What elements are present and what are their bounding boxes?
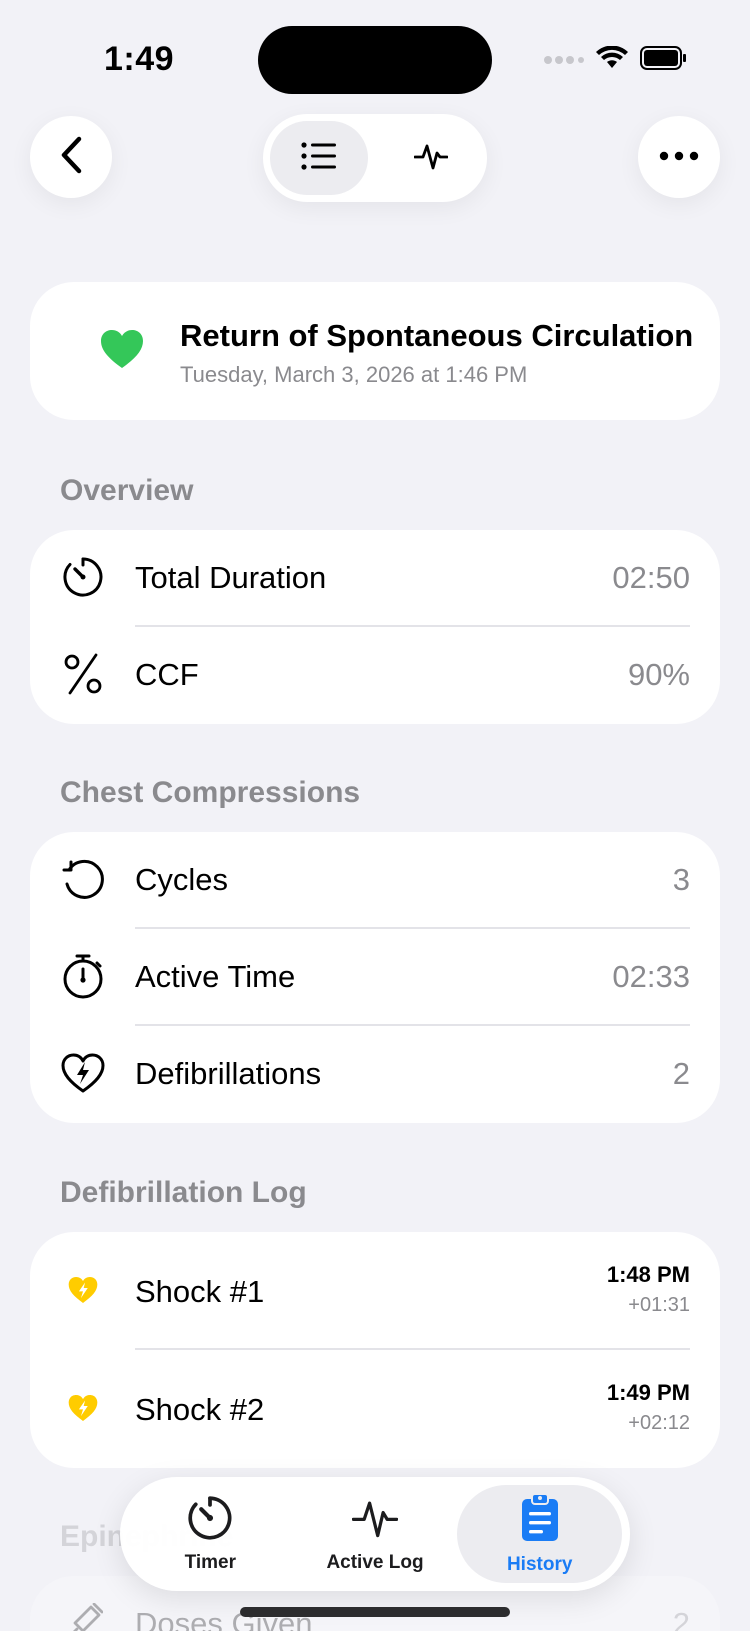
- row-label: Cycles: [135, 862, 229, 897]
- tab-history[interactable]: History: [457, 1485, 623, 1583]
- overview-header: Overview: [60, 474, 194, 507]
- list-item: Defibrillations 2: [30, 1026, 720, 1123]
- status-time: 1:49: [104, 40, 175, 78]
- heart-icon: [100, 329, 144, 374]
- row-value: 3: [672, 862, 690, 897]
- row-label: CCF: [135, 657, 199, 692]
- ellipsis-icon: [659, 148, 699, 166]
- more-options-button[interactable]: [638, 116, 720, 198]
- shock-elapsed: +02:12: [628, 1412, 690, 1434]
- list-item: Active Time 02:33: [30, 929, 720, 1026]
- defib-log-card: Shock #1 1:48 PM +01:31 Shock #2 1:49 PM…: [30, 1232, 720, 1468]
- shock-clock-time: 1:49 PM: [606, 1380, 690, 1405]
- compressions-card: Cycles 3 Active Time 02:33 Defibrillatio…: [30, 832, 720, 1123]
- tab-label: Timer: [184, 1551, 237, 1573]
- view-segmented-control: [263, 114, 487, 202]
- row-value: 90%: [627, 657, 690, 692]
- tab-bar: Timer Active Log History: [120, 1477, 630, 1591]
- waveform-icon: [413, 140, 449, 177]
- row-label: Defibrillations: [135, 1056, 322, 1091]
- cycle-arrow-icon: [58, 854, 108, 904]
- heart-bolt-icon: [58, 1383, 108, 1433]
- tab-label: Active Log: [326, 1551, 424, 1573]
- list-view-toggle[interactable]: [270, 121, 368, 195]
- compressions-header: Chest Compressions: [60, 776, 361, 809]
- stopwatch-icon: [58, 951, 108, 1001]
- shock-label: Shock #2: [135, 1392, 265, 1427]
- wifi-icon: [596, 45, 628, 75]
- status-bar: 1:49: [0, 0, 750, 110]
- shock-timestamp: 1:48 PM +01:31: [607, 1262, 690, 1317]
- shock-clock-time: 1:48 PM: [606, 1262, 690, 1287]
- row-value: 2: [672, 1606, 690, 1631]
- overview-card: Total Duration 02:50 CCF 90%: [30, 530, 720, 724]
- status-icons: [544, 45, 686, 75]
- outcome-title: Return of Spontaneous Circulation: [180, 318, 694, 353]
- list-item[interactable]: Shock #2 1:49 PM +02:12: [30, 1350, 720, 1468]
- shock-timestamp: 1:49 PM +02:12: [607, 1380, 690, 1435]
- percent-icon: [58, 649, 108, 699]
- list-item: CCF 90%: [30, 627, 720, 724]
- chart-view-toggle[interactable]: [382, 121, 480, 195]
- timer-icon: [187, 1495, 233, 1546]
- heart-bolt-icon: [58, 1048, 108, 1098]
- list-item[interactable]: Shock #1 1:48 PM +01:31: [30, 1232, 720, 1350]
- tab-label: History: [506, 1553, 573, 1575]
- row-value: 02:50: [612, 560, 690, 595]
- clipboard-icon: [520, 1492, 560, 1548]
- heart-bolt-icon: [58, 1265, 108, 1315]
- waveform-icon: [351, 1495, 399, 1546]
- syringe-icon: [58, 1598, 108, 1631]
- row-label: Active Time: [135, 959, 296, 994]
- outcome-timestamp: Tuesday, March 3, 2026 at 1:46 PM: [180, 362, 528, 387]
- list-icon: [301, 141, 337, 175]
- dynamic-island: [258, 26, 492, 94]
- signal-icon: [544, 52, 584, 70]
- shock-label: Shock #1: [135, 1274, 265, 1309]
- row-value: 02:33: [612, 959, 690, 994]
- back-button[interactable]: [30, 116, 112, 198]
- row-label: Total Duration: [135, 560, 327, 595]
- shock-elapsed: +01:31: [628, 1294, 690, 1316]
- outcome-card: Return of Spontaneous Circulation Tuesda…: [30, 282, 720, 420]
- battery-icon: [640, 46, 686, 75]
- tab-active-log[interactable]: Active Log: [293, 1485, 458, 1583]
- chevron-left-icon: [58, 135, 84, 180]
- home-indicator: [240, 1607, 510, 1617]
- list-item: Total Duration 02:50: [30, 530, 720, 627]
- row-value: 2: [672, 1056, 690, 1091]
- defib-log-header: Defibrillation Log: [60, 1176, 307, 1209]
- list-item: Cycles 3: [30, 832, 720, 929]
- tab-timer[interactable]: Timer: [128, 1485, 293, 1583]
- timer-icon: [58, 552, 108, 602]
